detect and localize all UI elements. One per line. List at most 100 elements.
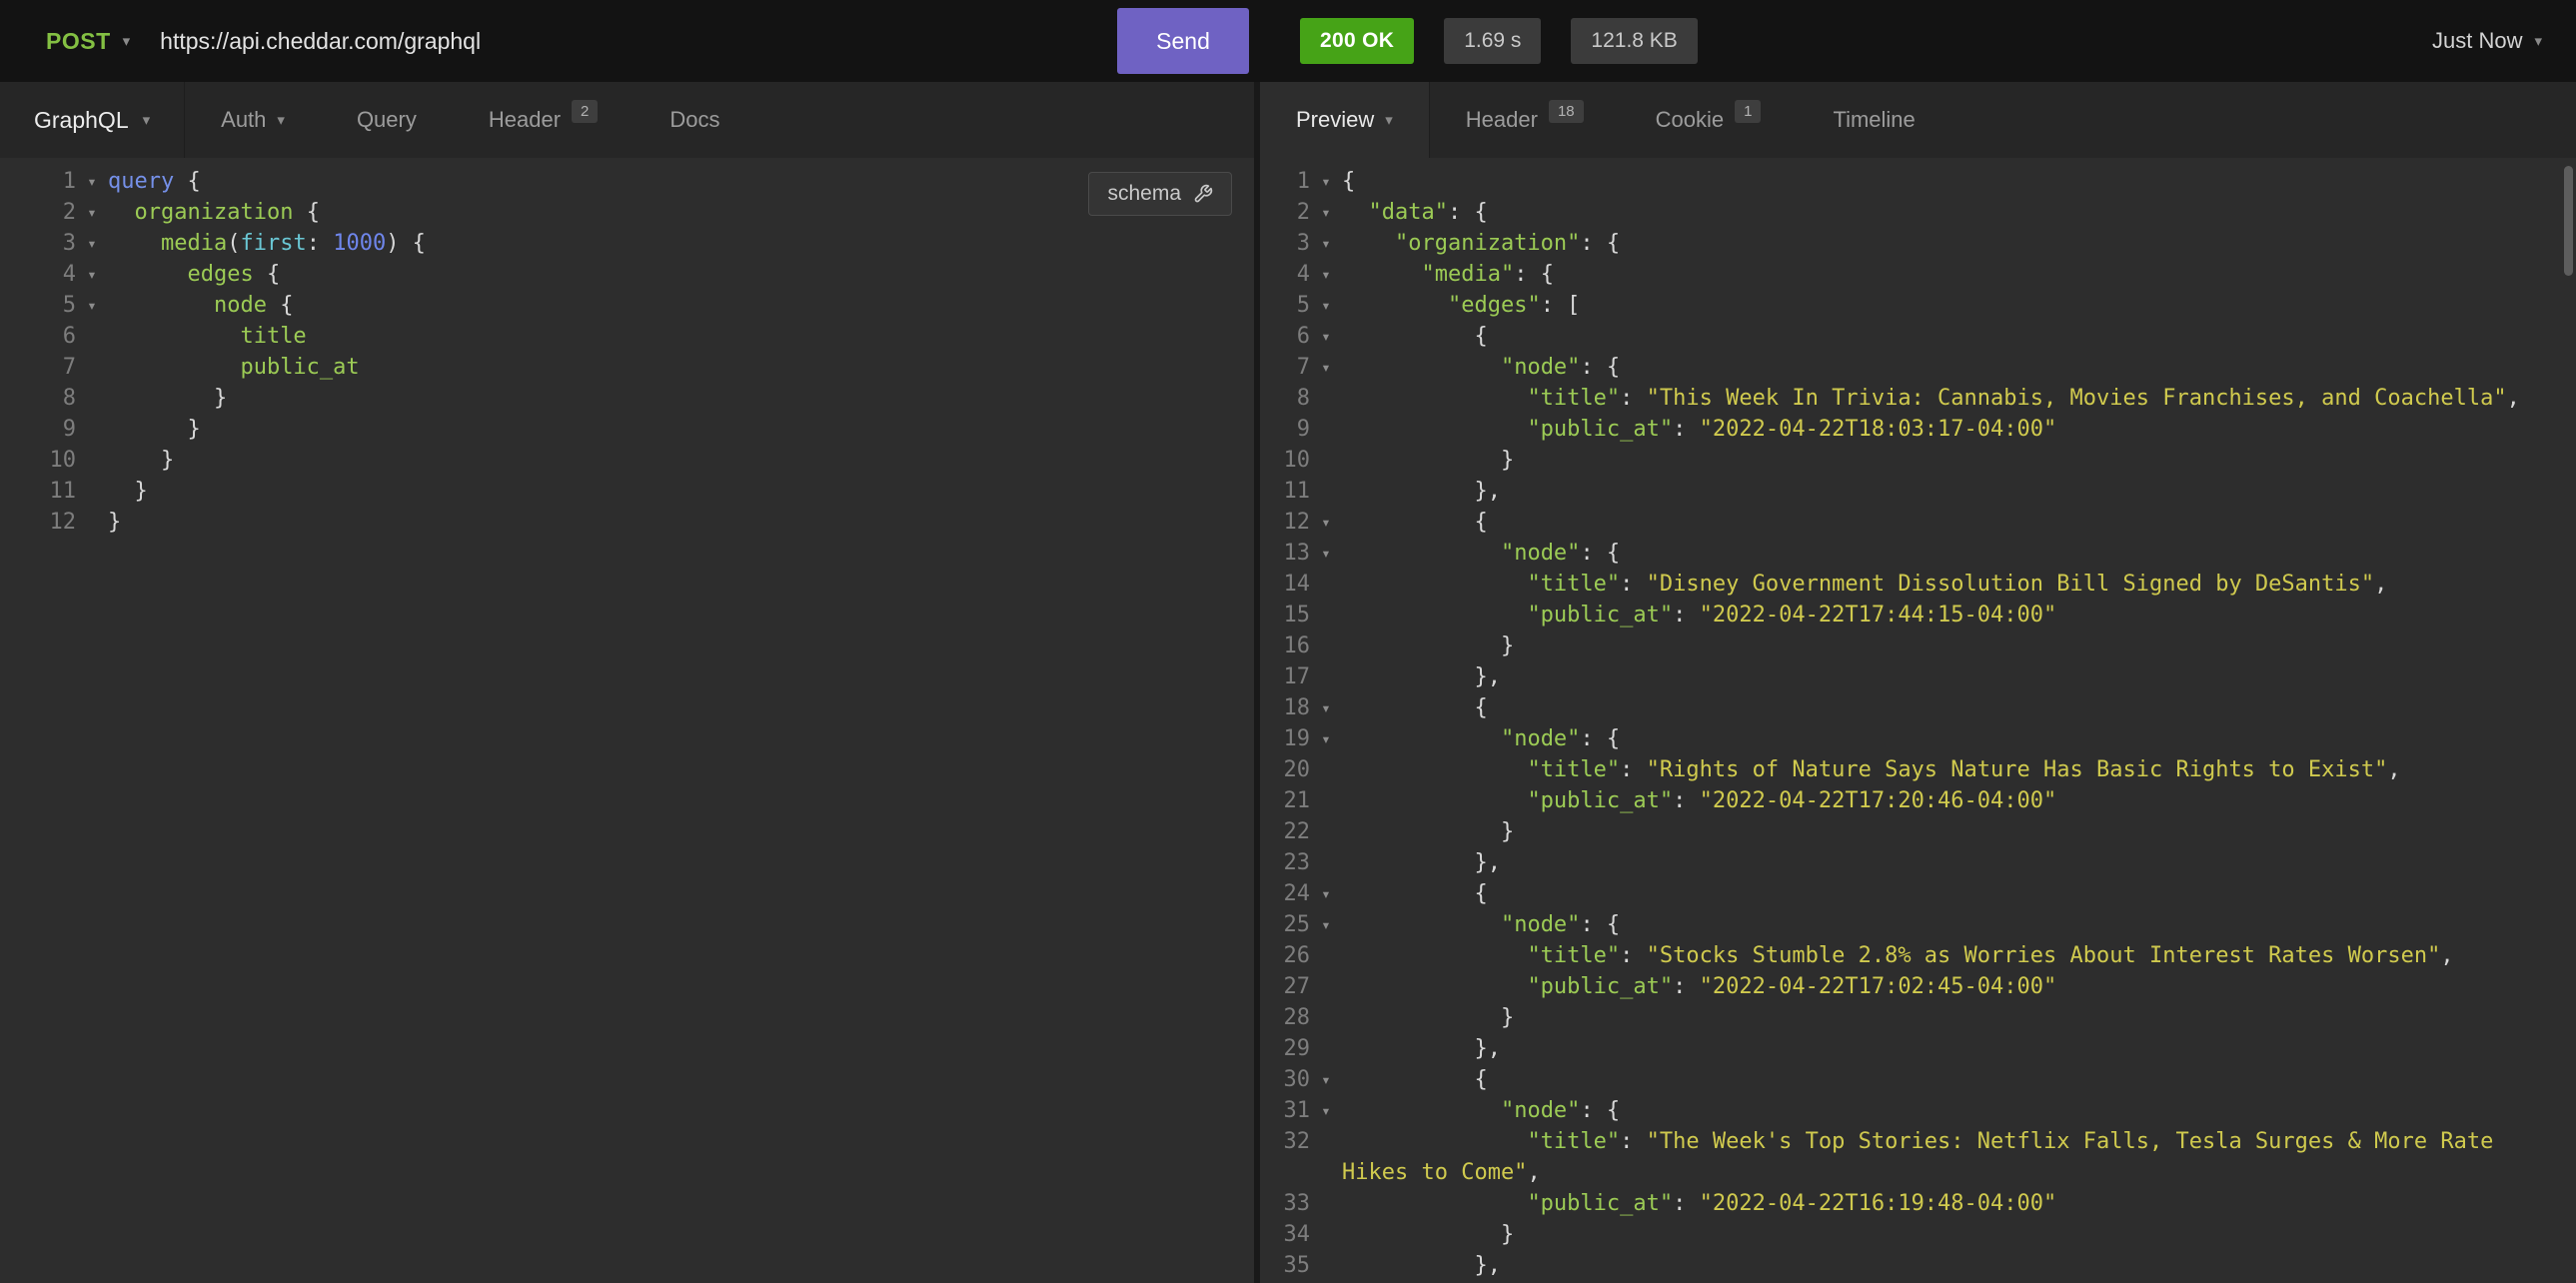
code-line: 2▾ "data": { (1260, 197, 2576, 228)
fold-caret-icon[interactable]: ▾ (1310, 197, 1342, 228)
code-line: 10 } (1260, 445, 2576, 476)
method-label: POST (46, 28, 111, 55)
tab-preview[interactable]: Preview ▾ (1260, 82, 1430, 158)
tab-response-header[interactable]: Header 18 (1430, 82, 1620, 158)
code-line: 1▾{ (1260, 166, 2576, 197)
code-line: 21 "public_at": "2022-04-22T17:20:46-04:… (1260, 785, 2576, 816)
fold-caret-icon[interactable]: ▾ (1310, 1064, 1342, 1095)
line-number: 26 (1260, 940, 1310, 971)
body-type-dropdown[interactable]: GraphQL ▾ (0, 82, 185, 158)
code-text: node { (108, 290, 1254, 321)
line-number: 13 (1260, 538, 1310, 569)
fold-caret-icon[interactable]: ▾ (1310, 507, 1342, 538)
code-line: 14 "title": "Disney Government Dissoluti… (1260, 569, 2576, 600)
code-line: 9 "public_at": "2022-04-22T18:03:17-04:0… (1260, 414, 2576, 445)
request-url-bar: POST ▾ https://api.cheddar.com/graphql S… (0, 0, 1254, 82)
line-number: 12 (0, 507, 76, 538)
code-text: }, (1342, 1250, 2576, 1281)
code-line: 10 } (0, 445, 1254, 476)
code-text: "public_at": "2022-04-22T17:44:15-04:00" (1342, 600, 2576, 631)
code-text: }, (1342, 661, 2576, 692)
method-dropdown[interactable]: POST ▾ (46, 28, 130, 55)
fold-caret-icon[interactable]: ▾ (76, 197, 108, 228)
code-line: 17 }, (1260, 661, 2576, 692)
code-line: 13▾ "node": { (1260, 538, 2576, 569)
tab-label: Preview (1296, 107, 1374, 133)
response-json-code: 1▾{2▾ "data": {3▾ "organization": {4▾ "m… (1260, 166, 2576, 1283)
code-text: query { (108, 166, 1254, 197)
code-line: 16 } (1260, 631, 2576, 661)
code-line: 26 "title": "Stocks Stumble 2.8% as Worr… (1260, 940, 2576, 971)
line-number: 34 (1260, 1219, 1310, 1250)
code-text: "organization": { (1342, 228, 2576, 259)
fold-caret-icon[interactable]: ▾ (1310, 538, 1342, 569)
code-line: 35 }, (1260, 1250, 2576, 1281)
code-line: 27 "public_at": "2022-04-22T17:02:45-04:… (1260, 971, 2576, 1002)
line-number: 10 (1260, 445, 1310, 476)
request-body-editor[interactable]: schema 1▾query {2▾ organization {3▾ medi… (0, 158, 1254, 1283)
send-button[interactable]: Send (1117, 8, 1249, 74)
fold-caret-icon[interactable]: ▾ (76, 228, 108, 259)
code-text: } (108, 414, 1254, 445)
code-line: 8 } (0, 383, 1254, 414)
fold-caret-icon[interactable]: ▾ (1310, 321, 1342, 352)
code-text: "node": { (1342, 909, 2576, 940)
line-number: 5 (0, 290, 76, 321)
fold-caret-icon[interactable]: ▾ (1310, 259, 1342, 290)
fold-caret-icon[interactable]: ▾ (1310, 692, 1342, 723)
code-text: { (1342, 878, 2576, 909)
scrollbar-thumb[interactable] (2564, 166, 2573, 276)
fold-caret-icon[interactable]: ▾ (1310, 166, 1342, 197)
fold-caret-icon[interactable]: ▾ (1310, 352, 1342, 383)
url-input[interactable]: https://api.cheddar.com/graphql (160, 28, 1117, 55)
tab-query[interactable]: Query (321, 82, 453, 158)
fold-caret-icon[interactable]: ▾ (76, 290, 108, 321)
code-line: 11 }, (1260, 476, 2576, 507)
code-line: 28 } (1260, 1002, 2576, 1033)
code-text: } (108, 383, 1254, 414)
code-line: 7▾ "node": { (1260, 352, 2576, 383)
fold-caret-icon[interactable]: ▾ (1310, 290, 1342, 321)
chevron-down-icon: ▾ (123, 32, 131, 50)
response-meta-bar: 200 OK 1.69 s 121.8 KB Just Now ▾ (1254, 0, 2576, 82)
code-text: "node": { (1342, 352, 2576, 383)
line-number: 33 (1260, 1188, 1310, 1219)
code-text: "edges": [ (1342, 290, 2576, 321)
code-line: 11 } (0, 476, 1254, 507)
code-text: } (1342, 1219, 2576, 1250)
tab-timeline[interactable]: Timeline (1797, 82, 1950, 158)
code-text: organization { (108, 197, 1254, 228)
code-text: media(first: 1000) { (108, 228, 1254, 259)
fold-caret-icon[interactable]: ▾ (1310, 878, 1342, 909)
schema-button[interactable]: schema (1088, 172, 1232, 216)
code-text: } (1342, 1002, 2576, 1033)
fold-caret-icon[interactable]: ▾ (1310, 228, 1342, 259)
line-number: 9 (1260, 414, 1310, 445)
code-text: "data": { (1342, 197, 2576, 228)
tab-docs[interactable]: Docs (634, 82, 755, 158)
code-text: "public_at": "2022-04-22T18:03:17-04:00" (1342, 414, 2576, 445)
fold-caret-icon[interactable]: ▾ (76, 166, 108, 197)
fold-caret-icon[interactable]: ▾ (76, 259, 108, 290)
line-number: 2 (1260, 197, 1310, 228)
fold-caret-icon[interactable]: ▾ (1310, 723, 1342, 754)
code-line: 3▾ media(first: 1000) { (0, 228, 1254, 259)
code-line: 19▾ "node": { (1260, 723, 2576, 754)
code-text: "title": "Disney Government Dissolution … (1342, 569, 2576, 600)
line-number: 18 (1260, 692, 1310, 723)
line-number: 10 (0, 445, 76, 476)
tab-header[interactable]: Header 2 (453, 82, 635, 158)
tab-label: Timeline (1833, 107, 1915, 133)
code-line: 5▾ node { (0, 290, 1254, 321)
line-number: 32 (1260, 1126, 1310, 1157)
response-history-dropdown[interactable]: Just Now ▾ (2432, 28, 2542, 54)
tab-label: Header (489, 107, 561, 133)
main-area: schema 1▾query {2▾ organization {3▾ medi… (0, 158, 2576, 1283)
response-preview-editor[interactable]: 1▾{2▾ "data": {3▾ "organization": {4▾ "m… (1260, 158, 2576, 1283)
code-text: "title": "The Week's Top Stories: Netfli… (1342, 1126, 2576, 1188)
code-text: { (1342, 166, 2576, 197)
fold-caret-icon[interactable]: ▾ (1310, 909, 1342, 940)
tab-cookie[interactable]: Cookie 1 (1620, 82, 1798, 158)
fold-caret-icon[interactable]: ▾ (1310, 1095, 1342, 1126)
tab-auth[interactable]: Auth ▾ (185, 82, 321, 158)
